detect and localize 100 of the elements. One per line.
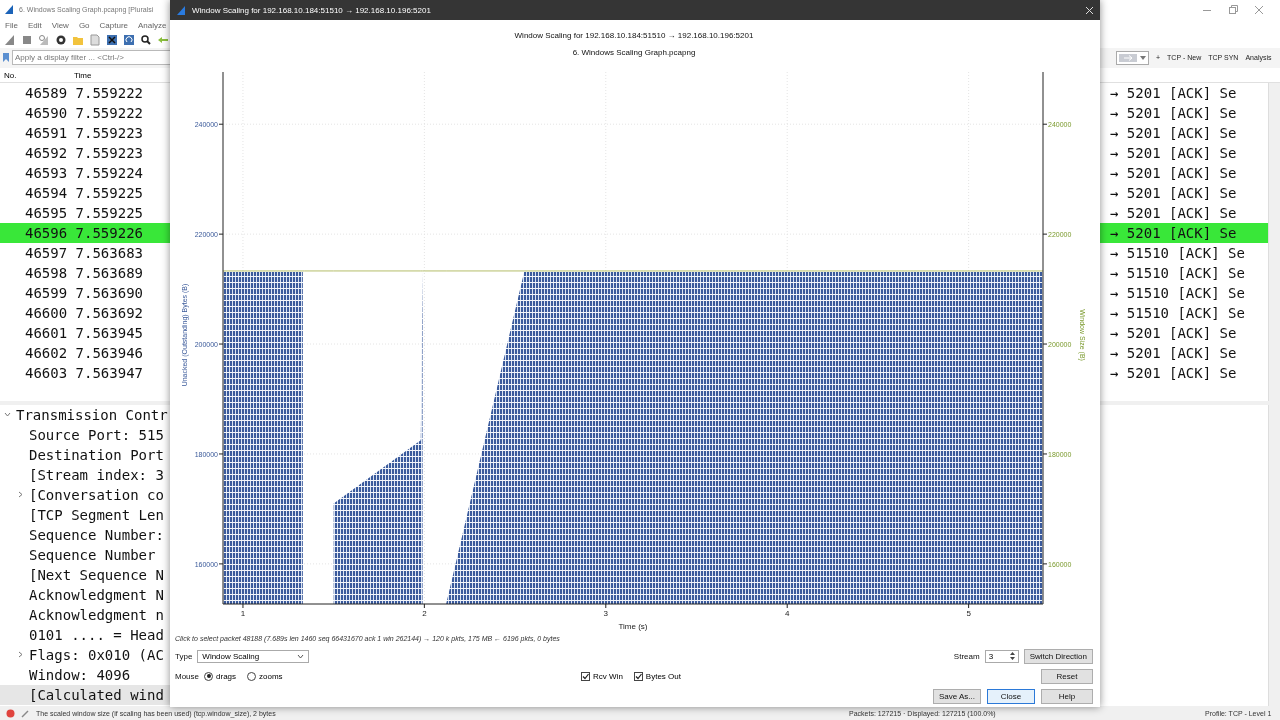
- x-tick-label: 4: [785, 609, 790, 618]
- packet-row[interactable]: 46595 7.559225: [0, 202, 170, 223]
- tree-item-label: Transmission Contr: [16, 406, 168, 423]
- type-dropdown[interactable]: Window Scaling: [197, 649, 310, 663]
- radio-button[interactable]: drags: [204, 671, 237, 681]
- packet-row[interactable]: → 5201 [ACK] Se: [1100, 102, 1268, 123]
- tree-item-label: [Calculated wind: [29, 686, 164, 703]
- packet-row[interactable]: 46589 7.559222: [0, 82, 170, 103]
- stop-icon[interactable]: [21, 33, 33, 46]
- packet-row[interactable]: → 5201 [ACK] Se: [1100, 162, 1268, 183]
- switch-direction-button[interactable]: Switch Direction: [1023, 648, 1093, 664]
- chevron-down-icon[interactable]: [4, 411, 11, 419]
- menu-item[interactable]: Analyze: [138, 21, 167, 31]
- display-filter-field[interactable]: Apply a display filter ... <Ctrl-/>: [12, 50, 170, 66]
- packet-row[interactable]: 46603 7.563947: [0, 362, 170, 383]
- type-label: Type: [175, 651, 193, 661]
- tree-item[interactable]: [Next Sequence N: [0, 564, 170, 585]
- error-dot-icon[interactable]: [6, 708, 15, 718]
- tree-item[interactable]: [Stream index: 3: [0, 464, 170, 485]
- chevron-right-icon[interactable]: [17, 491, 24, 499]
- tree-item[interactable]: Flags: 0x010 (AC: [0, 644, 170, 665]
- checkbox[interactable]: Rcv Win: [581, 671, 623, 681]
- tree-item[interactable]: [Calculated wind: [0, 684, 170, 705]
- mouse-label: Mouse: [175, 671, 199, 681]
- packet-row[interactable]: 46597 7.563683: [0, 242, 170, 263]
- packet-row[interactable]: 46600 7.563692: [0, 302, 170, 323]
- tree-item-label: [TCP Segment Len: [29, 506, 164, 523]
- x-tick-label: 2: [422, 609, 427, 618]
- packet-row[interactable]: → 51510 [ACK] Se: [1100, 302, 1268, 323]
- packet-row[interactable]: 46599 7.563690: [0, 282, 170, 303]
- tree-item[interactable]: 0101 .... = Head: [0, 624, 170, 645]
- tree-item[interactable]: Destination Port: [0, 444, 170, 465]
- menu-item[interactable]: View: [51, 21, 69, 31]
- packet-row[interactable]: 46591 7.559223: [0, 122, 170, 143]
- packet-row[interactable]: → 5201 [ACK] Se: [1100, 182, 1268, 203]
- bookmark-icon[interactable]: [2, 52, 10, 64]
- packet-row[interactable]: → 5201 [ACK] Se: [1100, 202, 1268, 223]
- chart-title: Window Scaling for 192.168.10.184:51510 → 192.168.10.196:5201: [514, 31, 754, 40]
- reload-file-icon[interactable]: [123, 33, 135, 46]
- packet-row[interactable]: → 51510 [ACK] Se: [1100, 242, 1268, 263]
- menu-item[interactable]: File: [5, 21, 18, 31]
- checkbox[interactable]: Bytes Out: [633, 671, 681, 681]
- close-button[interactable]: Close: [987, 688, 1035, 704]
- dialog-title: Window Scaling for 192.168.10.184:51510 → 192.168.10.196:5201: [192, 5, 431, 15]
- dropdown-caret-icon: [1140, 55, 1146, 60]
- packet-row[interactable]: → 5201 [ACK] Se: [1100, 222, 1268, 243]
- tree-item[interactable]: Source Port: 515: [0, 424, 170, 445]
- packet-row[interactable]: 46590 7.559222: [0, 102, 170, 123]
- column-header[interactable]: Time: [74, 70, 92, 80]
- packet-row[interactable]: 46601 7.563945: [0, 322, 170, 343]
- tree-item[interactable]: Window: 4096: [0, 664, 170, 685]
- tree-item-label: [Stream index: 3: [29, 466, 164, 483]
- chevron-right-icon[interactable]: [17, 651, 24, 659]
- tree-item[interactable]: [Conversation co: [0, 484, 170, 505]
- file-icon[interactable]: [89, 33, 101, 46]
- tree-item-label: Acknowledgment n: [29, 606, 164, 623]
- packet-row[interactable]: → 51510 [ACK] Se: [1100, 282, 1268, 303]
- packet-row[interactable]: → 5201 [ACK] Se: [1100, 82, 1268, 103]
- tree-item[interactable]: Acknowledgment n: [0, 604, 170, 625]
- stream-label: Stream: [953, 651, 980, 661]
- tree-item-label: Source Port: 515: [29, 426, 164, 443]
- spin-arrows-icon: [1008, 651, 1016, 661]
- packet-row[interactable]: 46598 7.563689: [0, 262, 170, 283]
- scrollbar[interactable]: [1268, 82, 1280, 401]
- packet-row[interactable]: → 5201 [ACK] Se: [1100, 362, 1268, 383]
- packet-row[interactable]: 46602 7.563946: [0, 342, 170, 363]
- tree-item[interactable]: Transmission Contr: [0, 404, 170, 425]
- tree-item[interactable]: [TCP Segment Len: [0, 504, 170, 525]
- tree-item-label: [Next Sequence N: [29, 566, 164, 583]
- packet-row[interactable]: 46593 7.559224: [0, 162, 170, 183]
- tree-item-label: Destination Port: [29, 446, 164, 463]
- apply-filter-button[interactable]: [1116, 50, 1149, 65]
- tree-item[interactable]: Sequence Number: [0, 544, 170, 565]
- menu-item[interactable]: Edit: [27, 21, 42, 31]
- packet-row[interactable]: 46594 7.559225: [0, 182, 170, 203]
- menu-item[interactable]: Go: [78, 21, 90, 31]
- arrow-right-icon: [1119, 53, 1137, 62]
- radio-button[interactable]: zooms: [247, 671, 283, 681]
- reset-button[interactable]: Reset: [1041, 668, 1093, 684]
- packet-row[interactable]: → 5201 [ACK] Se: [1100, 322, 1268, 343]
- shark-fin-icon: [4, 4, 14, 16]
- search-icon[interactable]: [140, 33, 152, 46]
- edit-icon[interactable]: [21, 708, 30, 718]
- packet-row[interactable]: → 5201 [ACK] Se: [1100, 342, 1268, 363]
- close-file-icon[interactable]: [106, 33, 118, 46]
- save-as-button[interactable]: Save As...: [932, 688, 981, 704]
- column-header[interactable]: No.: [4, 70, 17, 80]
- packet-row[interactable]: → 5201 [ACK] Se: [1100, 122, 1268, 143]
- help-button[interactable]: Help: [1041, 688, 1093, 704]
- tree-item[interactable]: Sequence Number:: [0, 524, 170, 545]
- tree-item-label: Sequence Number: [29, 546, 156, 563]
- packet-row[interactable]: 46592 7.559223: [0, 142, 170, 163]
- packet-row[interactable]: 46596 7.559226: [0, 222, 170, 243]
- tree-item[interactable]: Acknowledgment N: [0, 584, 170, 605]
- packet-row[interactable]: → 5201 [ACK] Se: [1100, 142, 1268, 163]
- maximize-icon[interactable]: [1228, 4, 1238, 15]
- stream-spinbox[interactable]: 3: [984, 649, 1019, 663]
- packet-row[interactable]: → 51510 [ACK] Se: [1100, 262, 1268, 283]
- menu-item[interactable]: Capture: [99, 21, 129, 31]
- shark-fin-icon[interactable]: [4, 33, 16, 46]
